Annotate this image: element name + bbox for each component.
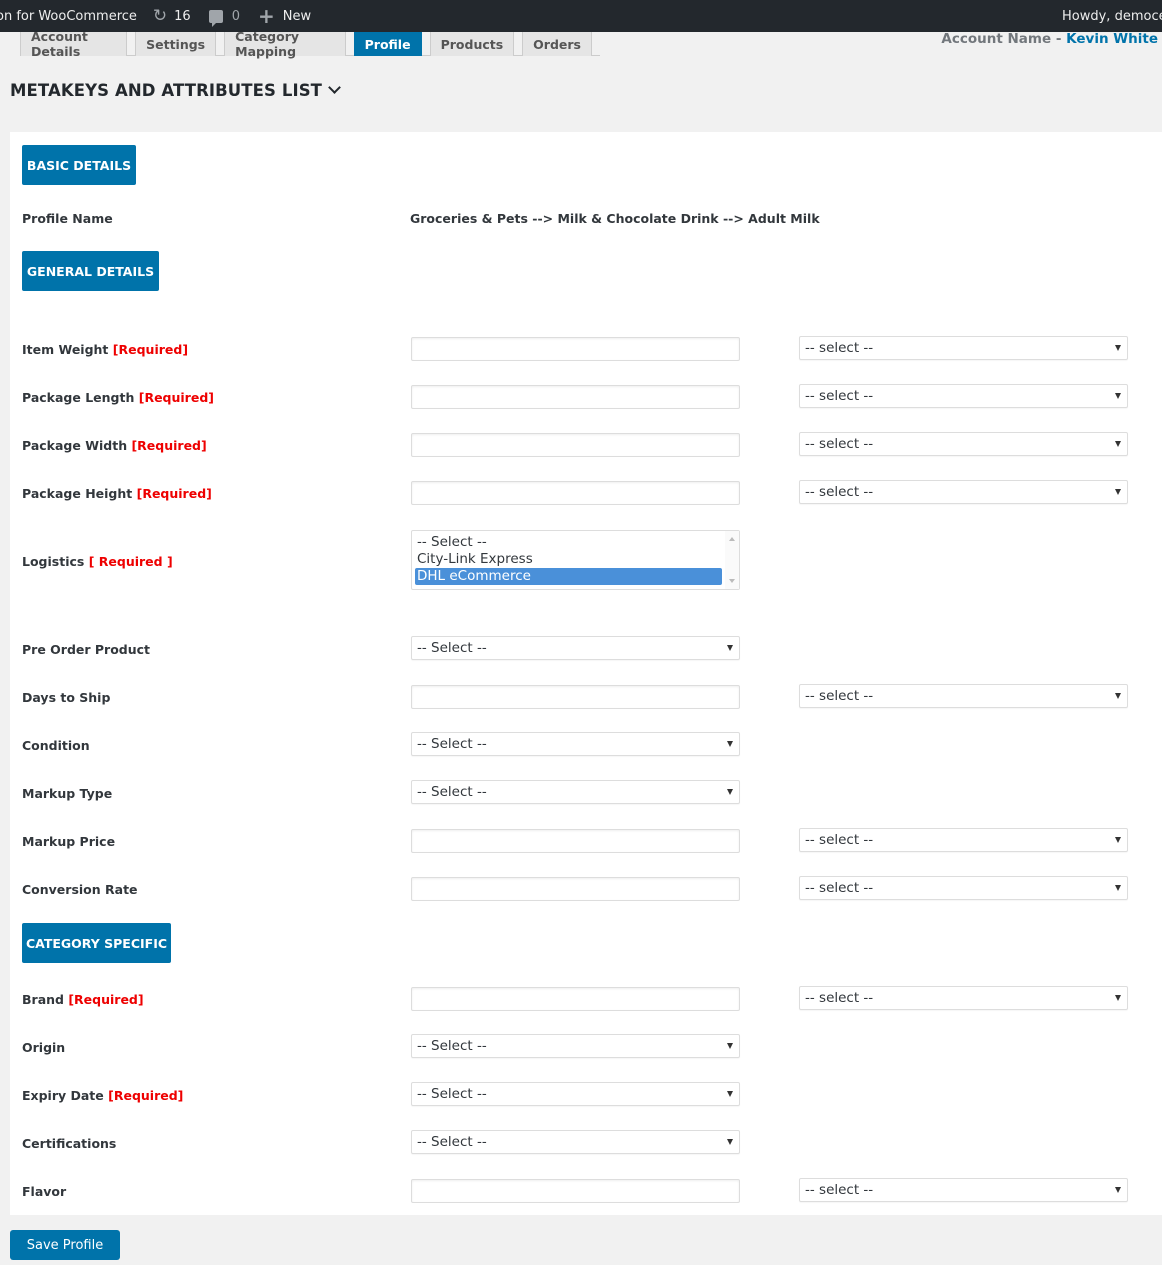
markup-type-label: Markup Type	[22, 786, 113, 801]
dropdown-arrow-icon	[1115, 995, 1121, 1001]
package-width-input[interactable]	[411, 433, 740, 457]
expiry-date-label: Expiry Date [Required]	[22, 1088, 184, 1103]
conversion-rate-input[interactable]	[411, 877, 740, 901]
origin-label: Origin	[22, 1040, 66, 1055]
dropdown-arrow-icon	[1115, 441, 1121, 447]
certifications-select[interactable]: -- Select --	[411, 1130, 740, 1154]
section-title-toggle[interactable]: METAKEYS AND ATTRIBUTES LIST	[10, 81, 341, 100]
markup-price-select[interactable]: -- select --	[799, 828, 1128, 852]
days-to-ship-input[interactable]	[411, 685, 740, 709]
markup-price-label: Markup Price	[22, 834, 116, 849]
flavor-select[interactable]: -- select --	[799, 1178, 1128, 1202]
logistics-label: Logistics [ Required ]	[22, 554, 173, 569]
pre-order-product-select[interactable]: -- Select --	[411, 636, 740, 660]
conversion-rate-label: Conversion Rate	[22, 882, 138, 897]
tab-profile[interactable]: Profile	[353, 32, 422, 56]
dropdown-arrow-icon	[1115, 489, 1121, 495]
tab-orders[interactable]: Orders	[522, 32, 592, 56]
dropdown-arrow-icon	[1115, 693, 1121, 699]
certifications-label: Certifications	[22, 1136, 117, 1151]
origin-select[interactable]: -- Select --	[411, 1034, 740, 1058]
package-length-select[interactable]: -- select --	[799, 384, 1128, 408]
required-marker: [Required]	[112, 342, 189, 357]
required-marker: [Required]	[138, 390, 214, 405]
conversion-rate-select[interactable]: -- select --	[799, 876, 1128, 900]
pre-order-product-label: Pre Order Product	[22, 642, 151, 657]
tab-settings[interactable]: Settings	[135, 32, 217, 56]
listbox-scrollbar[interactable]	[725, 531, 739, 589]
updates-count: 16	[174, 8, 191, 24]
brand-label: Brand [Required]	[22, 992, 144, 1007]
logistics-option[interactable]: -- Select --	[415, 534, 722, 551]
dropdown-arrow-icon	[727, 1091, 733, 1097]
flavor-label: Flavor	[22, 1184, 67, 1199]
package-length-input[interactable]	[411, 385, 740, 409]
package-length-label: Package Length [Required]	[22, 390, 214, 405]
item-weight-label: Item Weight [Required]	[22, 342, 189, 357]
dropdown-arrow-icon	[1115, 837, 1121, 843]
package-height-select[interactable]: -- select --	[799, 480, 1128, 504]
required-marker: [Required]	[108, 1088, 184, 1103]
general-details-button[interactable]: GENERAL DETAILS	[22, 251, 159, 291]
days-to-ship-label: Days to Ship	[22, 690, 111, 705]
site-name-link[interactable]: on for WooCommerce	[0, 0, 137, 32]
profile-name-label: Profile Name	[22, 211, 113, 226]
dropdown-arrow-icon	[727, 741, 733, 747]
comment-icon	[208, 9, 223, 27]
comments-link[interactable]: 0	[208, 0, 240, 32]
dropdown-arrow-icon	[1115, 393, 1121, 399]
admin-bar: on for WooCommerce ↻ 16 0 + New Howdy, d…	[0, 0, 1162, 32]
new-content-link[interactable]: + New	[258, 0, 311, 32]
item-weight-select[interactable]: -- select --	[799, 336, 1128, 360]
profile-name-value: Groceries & Pets --> Milk & Chocolate Dr…	[410, 211, 820, 226]
tab-bar: Account Details Settings Category Mappin…	[20, 29, 600, 59]
updates-icon: ↻	[152, 6, 168, 26]
markup-type-select[interactable]: -- Select --	[411, 780, 740, 804]
brand-select[interactable]: -- select --	[799, 986, 1128, 1010]
account-name-link[interactable]: Kevin White	[1066, 31, 1158, 47]
dropdown-arrow-icon	[727, 789, 733, 795]
condition-label: Condition	[22, 738, 90, 753]
category-specific-button[interactable]: CATEGORY SPECIFIC	[22, 923, 171, 963]
dropdown-arrow-icon	[727, 645, 733, 651]
required-marker: [Required]	[68, 992, 144, 1007]
comments-count: 0	[231, 8, 240, 24]
item-weight-input[interactable]	[411, 337, 740, 361]
dropdown-arrow-icon	[1115, 1187, 1121, 1193]
required-marker: [ Required ]	[88, 554, 173, 569]
package-width-label: Package Width [Required]	[22, 438, 207, 453]
logistics-option[interactable]: City-Link Express	[415, 551, 722, 568]
tab-account-details[interactable]: Account Details	[20, 29, 128, 59]
dropdown-arrow-icon	[1115, 885, 1121, 891]
package-height-input[interactable]	[411, 481, 740, 505]
markup-price-input[interactable]	[411, 829, 740, 853]
scroll-down-icon[interactable]	[729, 579, 735, 583]
flavor-input[interactable]	[411, 1179, 740, 1203]
condition-select[interactable]: -- Select --	[411, 732, 740, 756]
tab-products[interactable]: Products	[429, 32, 515, 56]
brand-input[interactable]	[411, 987, 740, 1011]
save-profile-button[interactable]: Save Profile	[10, 1230, 120, 1260]
logistics-listbox[interactable]: -- Select -- City-Link Express DHL eComm…	[411, 530, 740, 590]
dropdown-arrow-icon	[727, 1139, 733, 1145]
dropdown-arrow-icon	[1115, 345, 1121, 351]
basic-details-button[interactable]: BASIC DETAILS	[22, 145, 136, 185]
tab-category-mapping[interactable]: Category Mapping	[224, 29, 346, 59]
chevron-down-icon	[328, 81, 341, 94]
account-name: Account Name - Kevin White	[941, 31, 1158, 47]
dropdown-arrow-icon	[727, 1043, 733, 1049]
required-marker: [Required]	[131, 438, 207, 453]
days-to-ship-select[interactable]: -- select --	[799, 684, 1128, 708]
user-account-menu[interactable]: Howdy, democe5	[1062, 0, 1162, 32]
updates-link[interactable]: ↻ 16	[153, 0, 191, 32]
scroll-up-icon[interactable]	[729, 537, 735, 541]
required-marker: [Required]	[136, 486, 212, 501]
plus-icon: +	[257, 4, 275, 28]
package-width-select[interactable]: -- select --	[799, 432, 1128, 456]
expiry-date-select[interactable]: -- Select --	[411, 1082, 740, 1106]
logistics-option-selected[interactable]: DHL eCommerce	[415, 568, 722, 585]
package-height-label: Package Height [Required]	[22, 486, 212, 501]
